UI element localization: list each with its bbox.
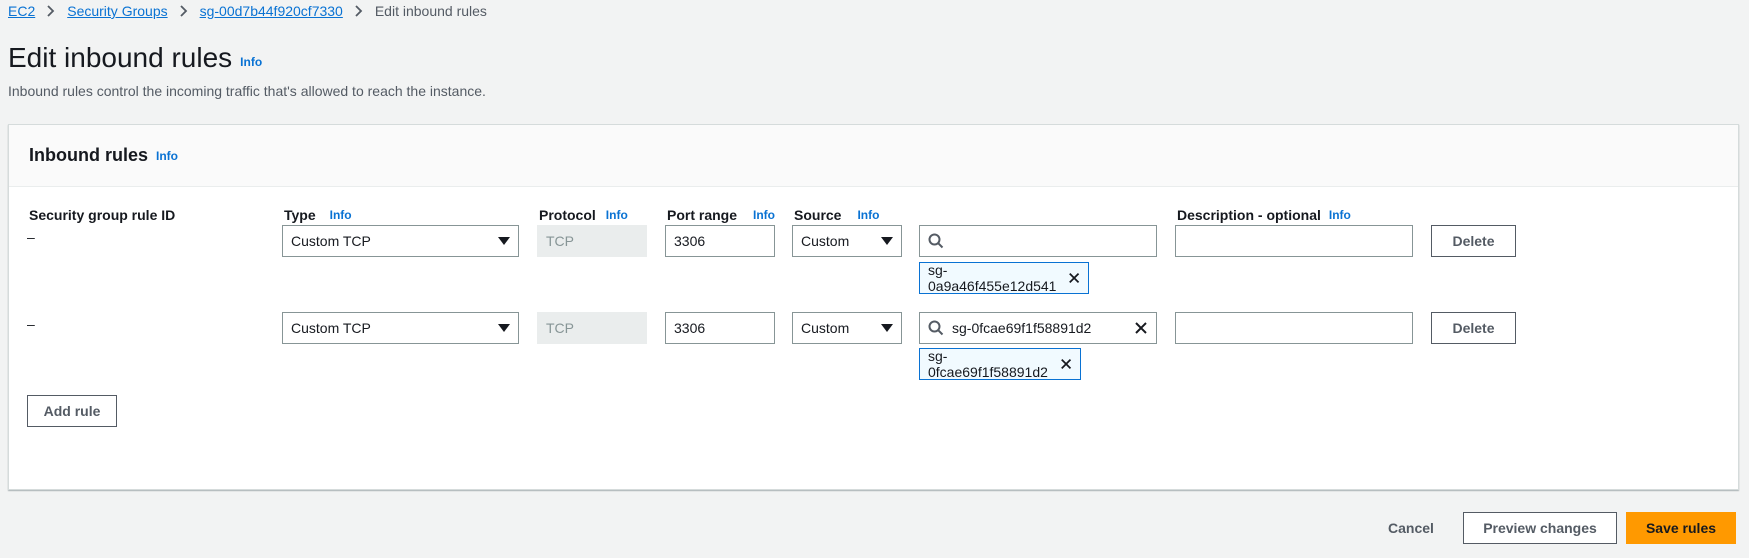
breadcrumb-security-group-id[interactable]: sg-00d7b44f920cf7330 bbox=[200, 3, 343, 19]
protocol-field: TCP bbox=[537, 312, 647, 344]
clear-search-icon[interactable] bbox=[1134, 321, 1148, 335]
chevron-right-icon bbox=[179, 5, 187, 17]
panel-header: Inbound rules Info bbox=[9, 125, 1738, 187]
inbound-rules-panel: Inbound rules Info Security group rule I… bbox=[8, 124, 1739, 490]
caret-down-icon bbox=[881, 324, 893, 332]
description-input[interactable] bbox=[1175, 312, 1413, 344]
source-search-input[interactable]: sg-0fcae69f1f58891d2 bbox=[919, 312, 1157, 344]
save-rules-button[interactable]: Save rules bbox=[1626, 512, 1736, 544]
page-title: Edit inbound rules bbox=[8, 42, 233, 73]
rule-id-value: – bbox=[27, 316, 35, 332]
protocol-value: TCP bbox=[546, 233, 574, 249]
column-header-type-group: Type Info bbox=[284, 207, 352, 223]
source-select[interactable]: Custom bbox=[792, 225, 902, 257]
type-select[interactable]: Custom TCP bbox=[282, 225, 519, 257]
preview-changes-button[interactable]: Preview changes bbox=[1463, 512, 1617, 544]
type-select-value: Custom TCP bbox=[291, 320, 371, 336]
caret-down-icon bbox=[498, 237, 510, 245]
protocol-info-link[interactable]: Info bbox=[606, 208, 628, 222]
source-search-input[interactable] bbox=[919, 225, 1157, 257]
source-select-value: Custom bbox=[801, 233, 850, 249]
close-icon[interactable] bbox=[1060, 357, 1072, 371]
page-title-info-link[interactable]: Info bbox=[240, 55, 262, 69]
source-token-label: sg-0a9a46f455e12d541 bbox=[928, 262, 1057, 294]
source-token: sg-0a9a46f455e12d541 bbox=[919, 262, 1090, 294]
description-info-link[interactable]: Info bbox=[1329, 208, 1351, 222]
column-header-description: Description - optional bbox=[1177, 207, 1321, 223]
source-token-label: sg-0fcae69f1f58891d2 bbox=[928, 348, 1048, 380]
column-header-rule-id: Security group rule ID bbox=[29, 207, 176, 223]
caret-down-icon bbox=[881, 237, 893, 245]
column-header-description-group: Description - optional Info bbox=[1177, 207, 1351, 223]
column-header-protocol-group: Protocol Info bbox=[539, 207, 628, 223]
protocol-value: TCP bbox=[546, 320, 574, 336]
close-icon[interactable] bbox=[1068, 271, 1080, 285]
port-range-info-link[interactable]: Info bbox=[753, 208, 775, 222]
panel-title-info-link[interactable]: Info bbox=[156, 149, 178, 163]
type-select-value: Custom TCP bbox=[291, 233, 371, 249]
add-rule-button[interactable]: Add rule bbox=[27, 395, 117, 427]
port-range-value: 3306 bbox=[674, 233, 706, 249]
search-icon bbox=[928, 320, 944, 336]
rule-id-value: – bbox=[27, 229, 35, 245]
source-search-value: sg-0fcae69f1f58891d2 bbox=[952, 320, 1092, 336]
panel-title-group: Inbound rules Info bbox=[29, 145, 178, 166]
delete-button[interactable]: Delete bbox=[1431, 312, 1516, 344]
search-icon bbox=[928, 233, 944, 249]
caret-down-icon bbox=[498, 324, 510, 332]
breadcrumb: EC2 Security Groups sg-00d7b44f920cf7330… bbox=[8, 2, 487, 20]
chevron-right-icon bbox=[47, 5, 55, 17]
column-header-source-group: Source Info bbox=[794, 207, 879, 223]
column-header-port-range: Port range bbox=[667, 207, 738, 223]
breadcrumb-current: Edit inbound rules bbox=[374, 3, 487, 19]
port-range-value: 3306 bbox=[674, 320, 706, 336]
port-range-input[interactable]: 3306 bbox=[665, 312, 775, 344]
delete-button[interactable]: Delete bbox=[1431, 225, 1516, 257]
column-header-port-range-group: Port range Info bbox=[667, 207, 775, 223]
breadcrumb-security-groups[interactable]: Security Groups bbox=[67, 3, 167, 19]
source-select[interactable]: Custom bbox=[792, 312, 902, 344]
column-header-protocol: Protocol bbox=[539, 207, 596, 223]
chevron-right-icon bbox=[355, 5, 363, 17]
page-header: Edit inbound rules Info bbox=[8, 42, 262, 74]
source-info-link[interactable]: Info bbox=[857, 208, 879, 222]
source-token: sg-0fcae69f1f58891d2 bbox=[919, 348, 1081, 380]
type-info-link[interactable]: Info bbox=[330, 208, 352, 222]
column-header-source: Source bbox=[794, 207, 842, 223]
protocol-field: TCP bbox=[537, 225, 647, 257]
type-select[interactable]: Custom TCP bbox=[282, 312, 519, 344]
breadcrumb-ec2[interactable]: EC2 bbox=[8, 3, 35, 19]
column-header-type: Type bbox=[284, 207, 316, 223]
page-subtitle: Inbound rules control the incoming traff… bbox=[8, 83, 486, 99]
source-select-value: Custom bbox=[801, 320, 850, 336]
cancel-button[interactable]: Cancel bbox=[1380, 512, 1442, 544]
panel-title: Inbound rules bbox=[29, 145, 148, 165]
description-input[interactable] bbox=[1175, 225, 1413, 257]
port-range-input[interactable]: 3306 bbox=[665, 225, 775, 257]
